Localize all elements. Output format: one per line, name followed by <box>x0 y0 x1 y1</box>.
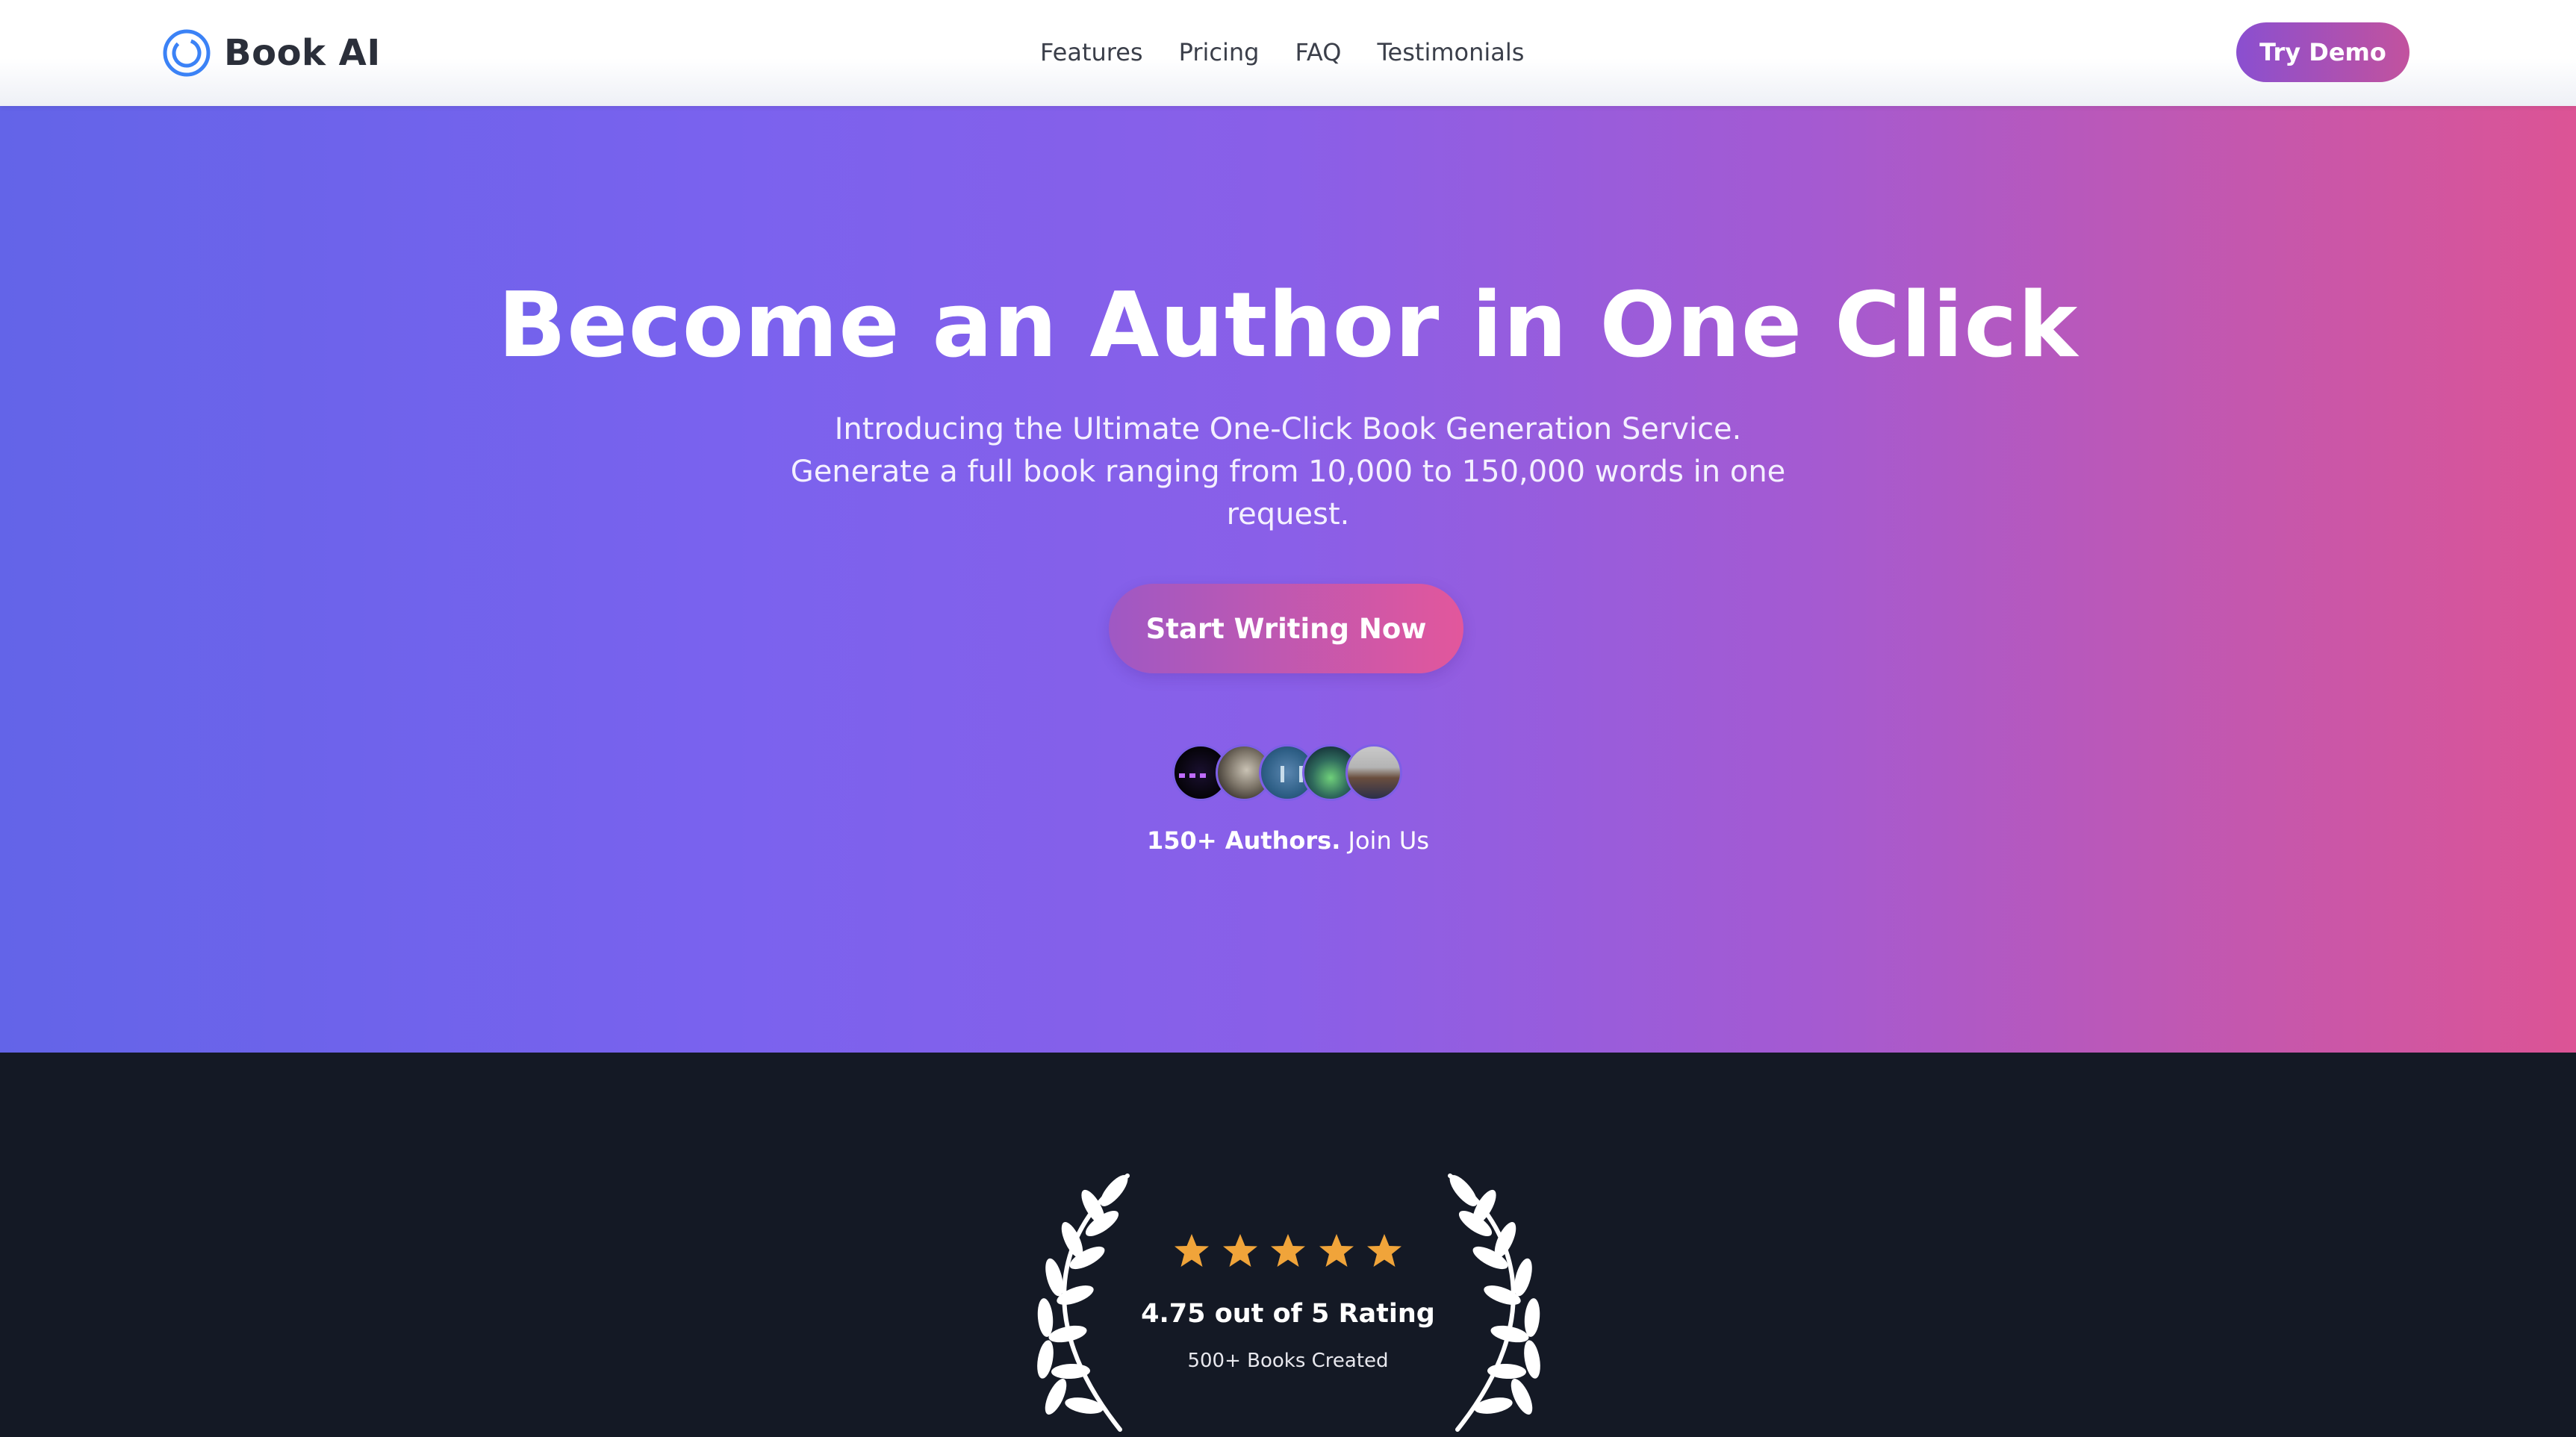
hero-title: Become an Author in One Click <box>497 274 2079 378</box>
ring-logo-icon <box>163 29 211 77</box>
top-navbar: Book AI Features Pricing FAQ Testimonial… <box>0 0 2576 106</box>
brand-name: Book AI <box>224 32 381 74</box>
main-nav: Features Pricing FAQ Testimonials <box>1040 31 1524 73</box>
nav-link-pricing[interactable]: Pricing <box>1179 38 1260 66</box>
brand-logo-link[interactable]: Book AI <box>161 27 381 79</box>
star-icon <box>1367 1234 1401 1267</box>
rating-section: 4.75 out of 5 Rating 500+ Books Created <box>0 1053 2576 1432</box>
nav-link-testimonials[interactable]: Testimonials <box>1377 38 1524 66</box>
rating-stars <box>1172 1232 1404 1277</box>
try-demo-button[interactable]: Try Demo <box>2236 22 2409 82</box>
hero-section: Become an Author in One Click Introducin… <box>0 106 2576 1053</box>
nav-link-faq[interactable]: FAQ <box>1295 38 1341 66</box>
nav-link-features[interactable]: Features <box>1040 38 1143 66</box>
join-us-text: Join Us <box>1340 826 1429 855</box>
star-icon <box>1222 1234 1257 1267</box>
hero-subtitle: Introducing the Ultimate One-Click Book … <box>790 412 1786 532</box>
author-avatars <box>1172 744 1402 804</box>
avatar <box>1345 744 1402 801</box>
authors-count: 150+ Authors. <box>1147 826 1341 855</box>
rating-score: 4.75 out of 5 Rating <box>1141 1299 1435 1329</box>
star-icon <box>1319 1234 1354 1267</box>
star-icon <box>1175 1234 1209 1267</box>
star-icon <box>1271 1234 1305 1267</box>
start-writing-button[interactable]: Start Writing Now <box>1109 584 1463 673</box>
books-created-count: 500+ Books Created <box>1187 1350 1389 1372</box>
authors-count-text: 150+ Authors. Join Us <box>0 826 2576 855</box>
